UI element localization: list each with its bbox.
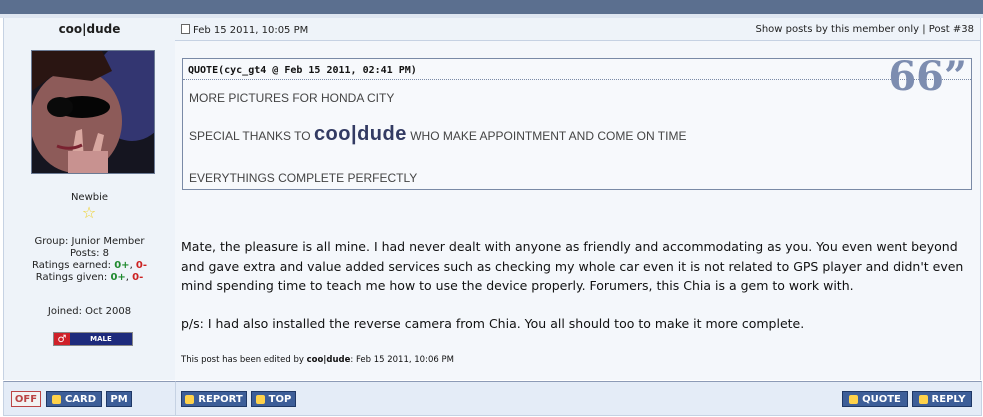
ratings-earned-negative[interactable]: 0-	[136, 260, 147, 271]
author-joined: Joined: Oct 2008	[47, 306, 132, 317]
ratings-given-positive[interactable]: 0+	[110, 272, 125, 283]
edited-by: coo|dude	[306, 355, 351, 365]
plus-icon	[849, 394, 859, 404]
reply-icon	[918, 394, 928, 404]
post-footer: REPORT TOP QUOTE REPLY	[175, 381, 982, 416]
gender-badge: ♂ MALE	[53, 332, 133, 346]
header-bar	[0, 0, 983, 15]
quote-title: QUOTE(cyc_gt4 @ Feb 15 2011, 02:41 PM)	[188, 65, 417, 76]
avatar-image	[32, 51, 154, 173]
post-date: Feb 15 2011, 10:05 PM	[181, 24, 308, 36]
user-icon	[51, 394, 61, 404]
quote-line-2-name: coo|dude	[313, 123, 407, 145]
card-label: CARD	[64, 393, 97, 405]
off-button[interactable]: OFF	[11, 391, 41, 407]
arrow-up-icon	[255, 394, 265, 404]
quote-line-2-pre: SPECIAL THANKS TO	[189, 129, 314, 143]
top-label: TOP	[268, 393, 292, 405]
edited-note: This post has been edited by coo|dude: F…	[181, 355, 454, 365]
ratings-earned-label: Ratings earned:	[31, 260, 112, 271]
post-date-text: Feb 15 2011, 10:05 PM	[193, 25, 309, 36]
author-name[interactable]: coo|dude	[4, 22, 175, 36]
pm-button[interactable]: PM	[106, 391, 132, 407]
quote-box: QUOTE(cyc_gt4 @ Feb 15 2011, 02:41 PM) 6…	[182, 53, 972, 190]
author-panel: coo|dude Newbie ☆ Group: Junior Member P…	[3, 18, 176, 380]
author-footer: OFF CARD PM	[3, 381, 176, 416]
quote-header: QUOTE(cyc_gt4 @ Feb 15 2011, 02:41 PM) 6…	[183, 53, 971, 100]
report-button[interactable]: REPORT	[181, 391, 247, 407]
quote-line-2-post: WHO MAKE APPOINTMENT AND COME ON TIME	[406, 129, 687, 143]
post-panel: Feb 15 2011, 10:05 PM Show posts by this…	[175, 18, 981, 380]
post-ps: p/s: I had also installed the reverse ca…	[181, 316, 805, 331]
quote-marks-icon: 66”	[888, 53, 967, 100]
alert-icon	[185, 394, 195, 404]
ratings-earned: Ratings earned: 0+, 0-	[31, 260, 148, 271]
quote-line-3: EVERYTHINGS COMPLETE PERFECTLY	[189, 171, 418, 185]
report-label: REPORT	[198, 393, 243, 405]
ratings-given-negative[interactable]: 0-	[132, 272, 143, 283]
quote-button[interactable]: QUOTE	[842, 391, 908, 407]
reply-label: REPLY	[931, 393, 966, 405]
document-icon	[181, 24, 190, 34]
author-rank: Newbie	[70, 192, 109, 203]
post-body: Mate, the pleasure is all mine. I had ne…	[181, 239, 964, 293]
card-button[interactable]: CARD	[46, 391, 102, 407]
edited-post: : Feb 15 2011, 10:06 PM	[350, 355, 454, 365]
author-group: Group: Junior Member	[34, 236, 145, 247]
male-icon: ♂	[54, 333, 70, 345]
ratings-given-label: Ratings given:	[35, 272, 108, 283]
ratings-earned-positive[interactable]: 0+	[114, 260, 129, 271]
top-button[interactable]: TOP	[251, 391, 296, 407]
author-stats: Group: Junior Member Posts: 8 Ratings ea…	[4, 236, 175, 284]
quote-line-1: MORE PICTURES FOR HONDA CITY	[189, 91, 395, 105]
ratings-given: Ratings given: 0+, 0-	[35, 272, 144, 283]
avatar	[31, 50, 155, 174]
quote-label: QUOTE	[862, 393, 901, 405]
rank-star-icon: ☆	[81, 203, 97, 222]
gender-label: MALE	[90, 335, 112, 343]
quote-line-2: SPECIAL THANKS TO coo|dude WHO MAKE APPO…	[189, 123, 686, 146]
author-posts: Posts: 8	[69, 248, 110, 259]
edited-pre: This post has been edited by	[181, 355, 307, 365]
reply-button[interactable]: REPLY	[912, 391, 972, 407]
post-header: Feb 15 2011, 10:05 PM Show posts by this…	[175, 18, 980, 41]
post-links[interactable]: Show posts by this member only | Post #3…	[755, 24, 974, 35]
